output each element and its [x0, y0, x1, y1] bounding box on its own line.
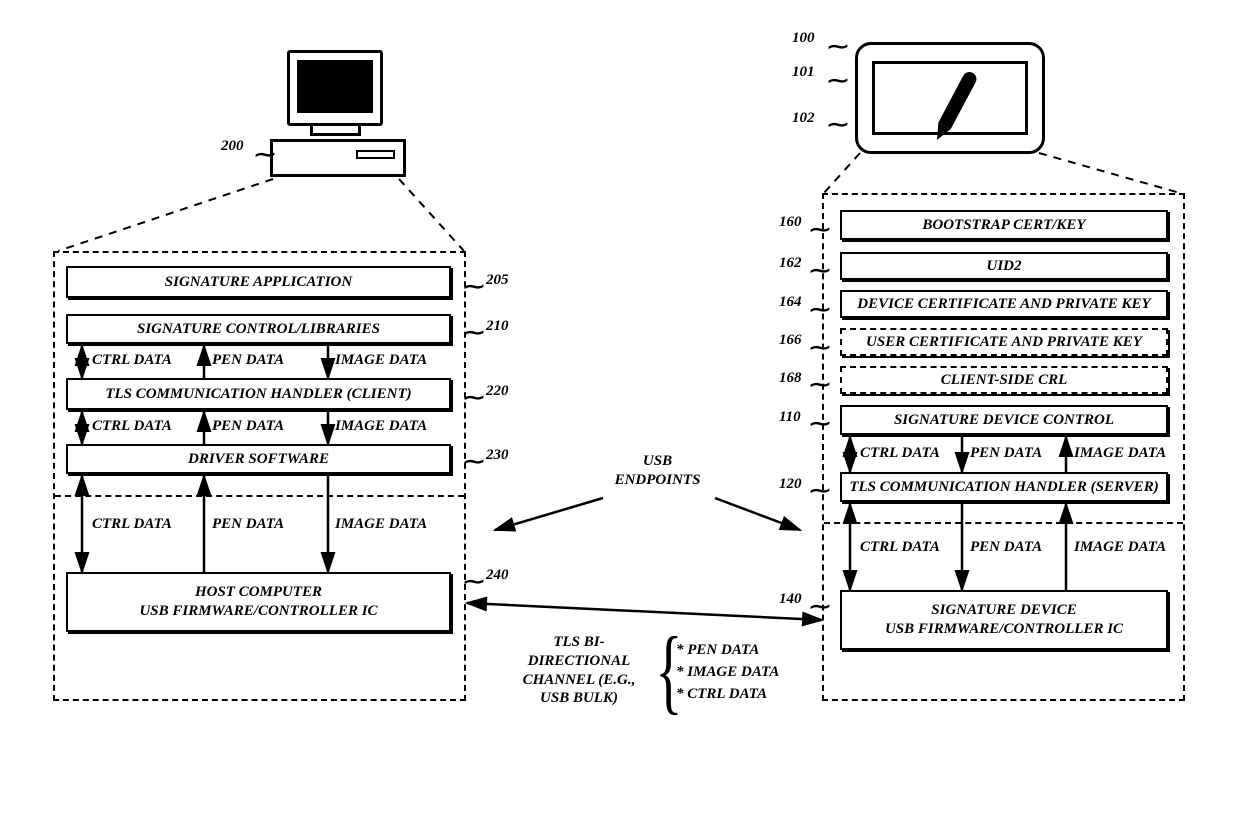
leader-tilde: ⁓	[464, 569, 484, 594]
image-230-240: IMAGE DATA	[335, 516, 427, 533]
ref-162: 162	[779, 255, 802, 272]
label-110: SIGNATURE DEVICE CONTROL	[894, 412, 1114, 429]
label-140-l1: SIGNATURE DEVICE	[931, 601, 1076, 620]
ctrl-220-230: CTRL DATA	[92, 418, 172, 435]
ref-120: 120	[779, 476, 802, 493]
leader-tilde: ⁓	[810, 478, 830, 503]
ref-110: 110	[779, 409, 801, 426]
pen-120-140: PEN DATA	[970, 539, 1042, 556]
label-168: CLIENT-SIDE CRL	[941, 372, 1068, 389]
leader-tilde: ⁓	[810, 217, 830, 242]
pen-110-120: PEN DATA	[970, 445, 1042, 462]
label-120: TLS COMMUNICATION HANDLER (SERVER)	[849, 479, 1158, 496]
box-162: UID2	[840, 252, 1168, 280]
pen-210-220: PEN DATA	[212, 352, 284, 369]
pen-220-230: PEN DATA	[212, 418, 284, 435]
leader-tilde: ⁓	[810, 372, 830, 397]
pen-230-240: PEN DATA	[212, 516, 284, 533]
ref-166: 166	[779, 332, 802, 349]
ctrl-120-140: CTRL DATA	[860, 539, 940, 556]
leader-tilde: ⁓	[255, 142, 275, 167]
leader-tilde: ⁓	[810, 258, 830, 283]
ref-160: 160	[779, 214, 802, 231]
ref-240: 240	[486, 567, 509, 584]
ref-140: 140	[779, 591, 802, 608]
label-240-l1: HOST COMPUTER	[195, 583, 322, 602]
image-220-230: IMAGE DATA	[335, 418, 427, 435]
ctrl-230-240: CTRL DATA	[92, 516, 172, 533]
ref-205: 205	[486, 272, 509, 289]
usb-endpoints-label: USB ENDPOINTS	[600, 452, 715, 490]
leader-tilde: ⁓	[828, 112, 848, 137]
ref-101: 101	[792, 64, 815, 81]
leader-tilde: ⁓	[464, 385, 484, 410]
label-162: UID2	[986, 258, 1021, 275]
ref-164: 164	[779, 294, 802, 311]
label-140-l2: USB FIRMWARE/CONTROLLER IC	[885, 620, 1123, 639]
image-120-140: IMAGE DATA	[1074, 539, 1166, 556]
label-220: TLS COMMUNICATION HANDLER (CLIENT)	[105, 386, 411, 403]
ref-220: 220	[486, 383, 509, 400]
leader-tilde: ⁓	[464, 449, 484, 474]
channel-data-2: * IMAGE DATA	[676, 664, 779, 681]
box-205: SIGNATURE APPLICATION	[66, 266, 451, 298]
image-110-120: IMAGE DATA	[1074, 445, 1166, 462]
label-164: DEVICE CERTIFICATE AND PRIVATE KEY	[857, 296, 1150, 313]
label-240-l2: USB FIRMWARE/CONTROLLER IC	[139, 602, 377, 621]
ref-200: 200	[221, 138, 244, 155]
box-160: BOOTSTRAP CERT/KEY	[840, 210, 1168, 240]
leader-tilde: ⁓	[828, 34, 848, 59]
box-220: TLS COMMUNICATION HANDLER (CLIENT)	[66, 378, 451, 410]
ctrl-210-220: CTRL DATA	[92, 352, 172, 369]
leader-tilde: ⁓	[810, 594, 830, 619]
leader-tilde: ⁓	[464, 320, 484, 345]
ctrl-110-120: CTRL DATA	[860, 445, 940, 462]
label-160: BOOTSTRAP CERT/KEY	[922, 217, 1085, 234]
box-168: CLIENT-SIDE CRL	[840, 366, 1168, 394]
box-140: SIGNATURE DEVICE USB FIRMWARE/CONTROLLER…	[840, 590, 1168, 650]
leader-tilde: ⁓	[828, 68, 848, 93]
left-divider	[55, 495, 464, 497]
ref-100: 100	[792, 30, 815, 47]
box-110: SIGNATURE DEVICE CONTROL	[840, 405, 1168, 435]
label-230: DRIVER SOFTWARE	[188, 451, 329, 468]
box-240: HOST COMPUTER USB FIRMWARE/CONTROLLER IC	[66, 572, 451, 632]
channel-data-1: * PEN DATA	[676, 642, 759, 659]
ref-102: 102	[792, 110, 815, 127]
right-divider	[824, 522, 1183, 524]
channel-data-3: * CTRL DATA	[676, 686, 767, 703]
ref-210: 210	[486, 318, 509, 335]
box-210: SIGNATURE CONTROL/LIBRARIES	[66, 314, 451, 344]
label-205: SIGNATURE APPLICATION	[165, 274, 352, 291]
tls-channel-label: TLS BI- DIRECTIONAL CHANNEL (E.G., USB B…	[509, 633, 649, 708]
image-210-220: IMAGE DATA	[335, 352, 427, 369]
leader-tilde: ⁓	[810, 297, 830, 322]
ref-230: 230	[486, 447, 509, 464]
label-166: USER CERTIFICATE AND PRIVATE KEY	[866, 334, 1142, 351]
tablet-icon	[855, 42, 1045, 154]
label-210: SIGNATURE CONTROL/LIBRARIES	[137, 321, 380, 338]
leader-tilde: ⁓	[810, 335, 830, 360]
leader-tilde: ⁓	[464, 274, 484, 299]
box-230: DRIVER SOFTWARE	[66, 444, 451, 474]
ref-168: 168	[779, 370, 802, 387]
box-164: DEVICE CERTIFICATE AND PRIVATE KEY	[840, 290, 1168, 318]
box-166: USER CERTIFICATE AND PRIVATE KEY	[840, 328, 1168, 356]
box-120: TLS COMMUNICATION HANDLER (SERVER)	[840, 472, 1168, 502]
computer-icon	[270, 50, 400, 177]
leader-tilde: ⁓	[810, 411, 830, 436]
